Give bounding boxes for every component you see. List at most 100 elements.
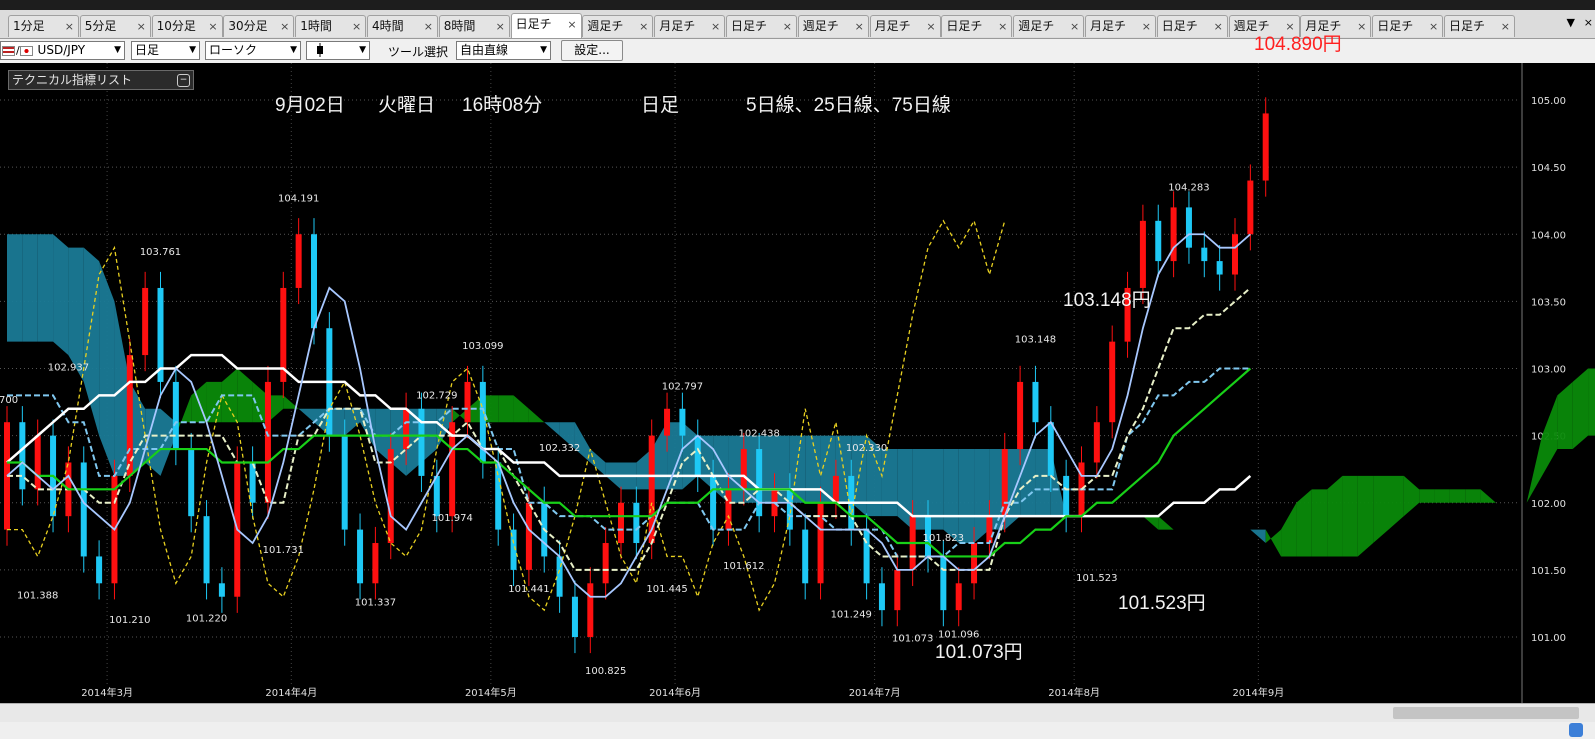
status-bar (0, 722, 1595, 739)
close-icon[interactable]: × (424, 16, 433, 37)
price-annotation: 104.191 (278, 193, 319, 204)
close-icon[interactable]: × (352, 16, 361, 37)
close-icon[interactable]: × (567, 14, 576, 35)
current-price: 104.890円 (1254, 34, 1342, 55)
tool-select[interactable]: 自由直線 ▼ (456, 41, 551, 60)
chevron-down-icon: ▼ (114, 45, 121, 55)
tab-label: 日足チ (946, 19, 983, 33)
candle-body (1139, 220, 1146, 288)
tab-bar-close-button[interactable]: × (1584, 16, 1593, 29)
price-chart[interactable]: 105.00104.50104.00103.50103.00102.50102.… (0, 63, 1595, 703)
us-flag-icon (2, 45, 15, 56)
tab-label: 日足チ (1377, 19, 1414, 33)
tab-0[interactable]: 1分足 × (8, 15, 79, 37)
jp-flag-icon (19, 45, 33, 56)
close-icon[interactable]: × (1142, 16, 1151, 37)
close-icon[interactable]: × (855, 16, 864, 37)
price-annotation: 102.330 (846, 443, 887, 454)
horizontal-scrollbar[interactable] (0, 703, 1595, 722)
candle-body (1109, 341, 1116, 423)
tab-12[interactable]: 月足チ × (869, 15, 941, 37)
candle-body (96, 556, 103, 584)
price-annotation: 101.441 (508, 584, 549, 595)
overlay-timeframe: 日足 (641, 95, 680, 116)
close-icon[interactable]: × (1070, 16, 1079, 37)
candle-body (1093, 422, 1100, 463)
close-icon[interactable]: × (998, 16, 1007, 37)
candle-body (817, 502, 824, 584)
tab-1[interactable]: 5分足 × (79, 15, 151, 37)
chart-toolbar: / USD/JPY ▼ 日足 ▼ ローソク ▼ ▼ ツール選択 自由直線 ▼ 設… (0, 39, 1595, 63)
ichimoku-cloud-segment (1250, 529, 1266, 544)
x-tick-label: 2014年8月 (1048, 686, 1100, 699)
close-icon[interactable]: × (1357, 16, 1366, 37)
tab-4[interactable]: 1時間 × (295, 15, 367, 37)
candle-body (218, 583, 225, 597)
settings-button[interactable]: 設定... (561, 40, 623, 61)
candle-body (940, 556, 947, 611)
close-icon[interactable]: × (137, 16, 146, 37)
close-icon[interactable]: × (926, 16, 935, 37)
close-icon[interactable]: × (1214, 16, 1223, 37)
candle-body (1047, 422, 1054, 476)
ichimoku-cloud-segment (1357, 475, 1374, 557)
candle-style-select[interactable]: ▼ (306, 41, 370, 60)
tab-label: 5分足 (84, 19, 117, 33)
tab-20[interactable]: 日足チ × (1444, 15, 1515, 37)
ichimoku-cloud-segment (37, 234, 54, 342)
tab-label: 8時間 (443, 19, 476, 33)
close-icon[interactable]: × (1429, 16, 1438, 37)
tool-select-label: ツール選択 (388, 45, 449, 59)
tab-menu-button[interactable]: ▼ (1567, 16, 1575, 29)
chart-type-select[interactable]: ローソク ▼ (205, 41, 301, 60)
tab-15[interactable]: 月足チ × (1085, 15, 1156, 37)
minimize-icon[interactable]: − (177, 74, 190, 87)
price-annotation: 103.148 (1015, 334, 1056, 345)
price-annotation: 102.937 (48, 363, 89, 374)
candle-body (710, 475, 717, 530)
symbol-select[interactable]: / USD/JPY ▼ (0, 41, 125, 60)
close-icon[interactable]: × (711, 16, 720, 37)
tab-6[interactable]: 8時間 × (438, 15, 510, 37)
price-annotation: 101.974 (431, 513, 472, 524)
y-tick-label: 103.00 (1531, 365, 1566, 376)
candle-body (571, 596, 578, 637)
close-icon[interactable]: × (208, 16, 217, 37)
ichimoku-cloud-segment (1388, 475, 1404, 530)
close-icon[interactable]: × (1501, 16, 1510, 37)
price-annotation: 101.445 (646, 584, 687, 595)
tab-13[interactable]: 日足チ × (941, 15, 1013, 37)
candle-body (802, 529, 809, 584)
candle-body (203, 516, 210, 584)
candle-body (878, 583, 885, 611)
indicator-list-panel[interactable]: テクニカル指標リスト − (8, 70, 194, 90)
tab-label: 週足チ (1018, 19, 1055, 33)
tab-2[interactable]: 10分足 × (151, 15, 223, 37)
close-icon[interactable]: × (280, 16, 289, 37)
candle-body (264, 381, 271, 503)
tab-10[interactable]: 日足チ × (726, 15, 797, 37)
app-icon (1569, 723, 1583, 737)
ichimoku-cloud-segment (1434, 489, 1450, 503)
tab-3[interactable]: 30分足 × (223, 15, 295, 37)
scrollbar-thumb[interactable] (1393, 707, 1579, 719)
tab-7[interactable]: 日足チ × (510, 13, 582, 38)
price-annotation: 104.283 (1168, 183, 1209, 194)
tab-19[interactable]: 日足チ × (1372, 15, 1444, 37)
ichimoku-cloud-segment (1403, 475, 1420, 517)
tab-label: 日足チ (515, 17, 552, 31)
timeframe-select[interactable]: 日足 ▼ (131, 41, 200, 60)
tab-label: 週足チ (587, 19, 624, 33)
close-icon[interactable]: × (639, 16, 648, 37)
close-icon[interactable]: × (65, 16, 74, 37)
close-icon[interactable]: × (496, 16, 505, 37)
tab-9[interactable]: 月足チ × (654, 15, 726, 37)
tab-14[interactable]: 週足チ × (1013, 15, 1085, 37)
tab-8[interactable]: 週足チ × (582, 15, 654, 37)
tab-11[interactable]: 週足チ × (797, 15, 869, 37)
tab-16[interactable]: 日足チ × (1156, 15, 1228, 37)
tab-5[interactable]: 4時間 × (367, 15, 438, 37)
candle-body (142, 287, 149, 356)
y-tick-label: 101.00 (1531, 633, 1566, 644)
close-icon[interactable]: × (783, 16, 792, 37)
